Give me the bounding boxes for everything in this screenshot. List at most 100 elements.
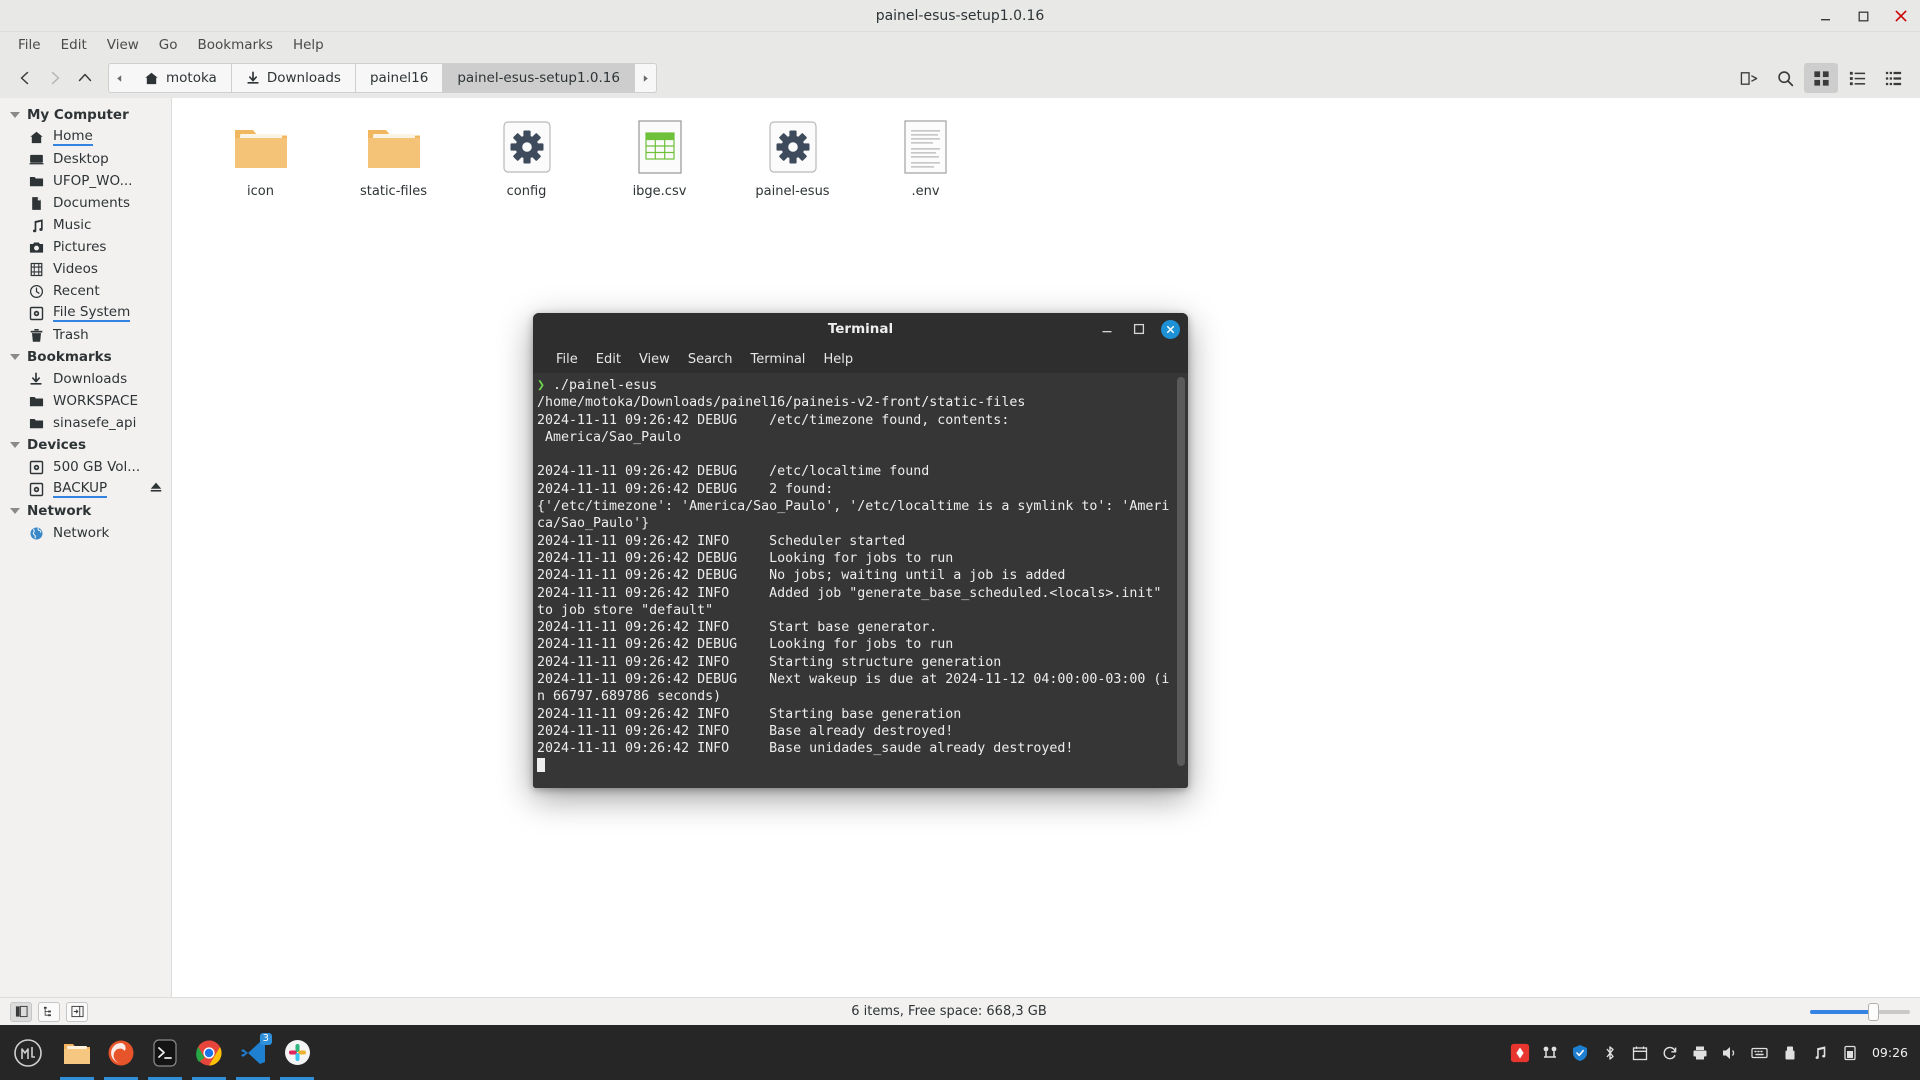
volume-icon[interactable] <box>1720 1043 1740 1063</box>
toolbar-right-buttons <box>1732 63 1910 93</box>
minimize-icon[interactable] <box>1097 319 1117 339</box>
file-item-painel-esus[interactable]: painel-esus <box>726 112 859 207</box>
clock-icon <box>28 283 44 299</box>
close-icon[interactable] <box>1890 5 1912 27</box>
preview-pane-icon[interactable] <box>66 1001 88 1022</box>
scrollbar-thumb[interactable] <box>1177 377 1185 766</box>
clock[interactable]: 09:26 <box>1870 1045 1908 1060</box>
triangle-left-icon[interactable] <box>108 63 130 93</box>
sidebar-group-devices[interactable]: Devices <box>0 434 171 456</box>
eject-icon[interactable] <box>149 480 163 498</box>
keyboard-icon[interactable] <box>1750 1043 1770 1063</box>
calendar-icon[interactable] <box>1630 1043 1650 1063</box>
maximize-icon[interactable] <box>1852 5 1874 27</box>
sidebar-item-file-system[interactable]: File System <box>0 302 171 324</box>
menu-edit[interactable]: Edit <box>51 34 97 56</box>
network-icon[interactable] <box>1540 1043 1560 1063</box>
breadcrumb-item-current[interactable]: painel-esus-setup1.0.16 <box>443 63 635 93</box>
terminal-menu-help[interactable]: Help <box>814 349 862 370</box>
sidebar-item-desktop[interactable]: Desktop <box>0 148 171 170</box>
shield-icon[interactable] <box>1570 1043 1590 1063</box>
terminal-body[interactable]: ❯ ./painel-esus /home/motoka/Downloads/p… <box>533 373 1188 788</box>
terminal-window-controls <box>1097 313 1180 345</box>
icon-view-icon[interactable] <box>1804 63 1838 93</box>
menu-bookmarks[interactable]: Bookmarks <box>188 34 283 56</box>
status-text: 6 items, Free space: 668,3 GB <box>851 1004 1047 1019</box>
sidebar-toggle-icon[interactable] <box>10 1001 32 1022</box>
terminal-menu-view[interactable]: View <box>630 349 679 370</box>
usb-icon[interactable] <box>1780 1043 1800 1063</box>
start-menu-icon[interactable] <box>0 1025 56 1080</box>
sidebar-item-downloads[interactable]: Downloads <box>0 368 171 390</box>
sidebar-group-my-computer[interactable]: My Computer <box>0 104 171 126</box>
taskbar-app-firefox[interactable] <box>100 1025 142 1080</box>
menu-go[interactable]: Go <box>149 34 188 56</box>
file-item-icon[interactable]: icon <box>194 112 327 207</box>
terminal-menu-file[interactable]: File <box>547 349 587 370</box>
music-icon[interactable] <box>1810 1043 1830 1063</box>
breadcrumb-item-motoka[interactable]: motoka <box>130 63 232 93</box>
sidebar-item-trash[interactable]: Trash <box>0 324 171 346</box>
tree-view-icon[interactable] <box>38 1001 60 1022</box>
file-item-env[interactable]: .env <box>859 112 992 207</box>
file-item-ibge-csv[interactable]: ibge.csv <box>593 112 726 207</box>
menu-file[interactable]: File <box>8 34 51 56</box>
terminal-scrollbar[interactable] <box>1177 377 1185 782</box>
chevron-down-icon <box>10 112 20 118</box>
sidebar-item-pictures[interactable]: Pictures <box>0 236 171 258</box>
sidebar-item-label: Desktop <box>53 151 109 167</box>
slider-fill <box>1810 1009 1872 1014</box>
sidebar-group-bookmarks[interactable]: Bookmarks <box>0 346 171 368</box>
sidebar-item-documents[interactable]: Documents <box>0 192 171 214</box>
taskbar-app-chrome[interactable] <box>188 1025 230 1080</box>
list-view-icon[interactable] <box>1840 63 1874 93</box>
terminal-menu-edit[interactable]: Edit <box>587 349 630 370</box>
sidebar-item-ufop-wo[interactable]: UFOP_WO... <box>0 170 171 192</box>
close-icon[interactable] <box>1161 319 1180 339</box>
sidebar-item-network[interactable]: Network <box>0 522 171 544</box>
bluetooth-icon[interactable] <box>1600 1043 1620 1063</box>
update-icon[interactable] <box>1660 1043 1680 1063</box>
breadcrumb-item-painel16[interactable]: painel16 <box>355 63 444 93</box>
sidebar-item-recent[interactable]: Recent <box>0 280 171 302</box>
taskbar-app-vscode[interactable]: 3 <box>232 1025 274 1080</box>
file-item-config[interactable]: config <box>460 112 593 207</box>
maximize-icon[interactable] <box>1129 319 1149 339</box>
sidebar-item-workspace[interactable]: WORKSPACE <box>0 390 171 412</box>
menu-view[interactable]: View <box>97 34 149 56</box>
sidebar-item-music[interactable]: Music <box>0 214 171 236</box>
notification-icon[interactable] <box>1510 1043 1530 1063</box>
split-view-icon[interactable] <box>1732 63 1766 93</box>
sidebar-item-backup[interactable]: BACKUP <box>0 478 171 500</box>
trash-icon <box>28 327 44 343</box>
menu-help[interactable]: Help <box>283 34 334 56</box>
triangle-right-icon[interactable] <box>634 63 657 93</box>
window-titlebar: painel-esus-setup1.0.16 <box>0 0 1920 32</box>
taskbar-app-slack[interactable] <box>276 1025 318 1080</box>
sidebar-item-home[interactable]: Home <box>0 126 171 148</box>
zoom-slider[interactable] <box>1810 1002 1910 1022</box>
search-icon[interactable] <box>1768 63 1802 93</box>
back-button[interactable] <box>10 63 40 93</box>
sidebar-group-network[interactable]: Network <box>0 500 171 522</box>
terminal-menu-search[interactable]: Search <box>679 349 742 370</box>
taskbar-app-file-manager[interactable] <box>56 1025 98 1080</box>
taskbar-app-terminal[interactable] <box>144 1025 186 1080</box>
sidebar-item-500gb-volume[interactable]: 500 GB Vol... <box>0 456 171 478</box>
forward-button[interactable] <box>40 63 70 93</box>
battery-icon[interactable] <box>1840 1043 1860 1063</box>
minimize-icon[interactable] <box>1814 5 1836 27</box>
drive-icon <box>28 481 44 497</box>
sidebar-item-sinasefe-api[interactable]: sinasefe_api <box>0 412 171 434</box>
file-item-static-files[interactable]: static-files <box>327 112 460 207</box>
sidebar-item-videos[interactable]: Videos <box>0 258 171 280</box>
printer-icon[interactable] <box>1690 1043 1710 1063</box>
slider-knob[interactable] <box>1868 1002 1879 1021</box>
slack-icon <box>281 1037 313 1069</box>
up-button[interactable] <box>70 63 100 93</box>
compact-view-icon[interactable] <box>1876 63 1910 93</box>
folder-icon <box>28 415 44 431</box>
breadcrumb-item-downloads[interactable]: Downloads <box>231 63 356 93</box>
terminal-window[interactable]: Terminal File Edit View Search Terminal … <box>533 313 1188 788</box>
terminal-menu-terminal[interactable]: Terminal <box>741 349 814 370</box>
